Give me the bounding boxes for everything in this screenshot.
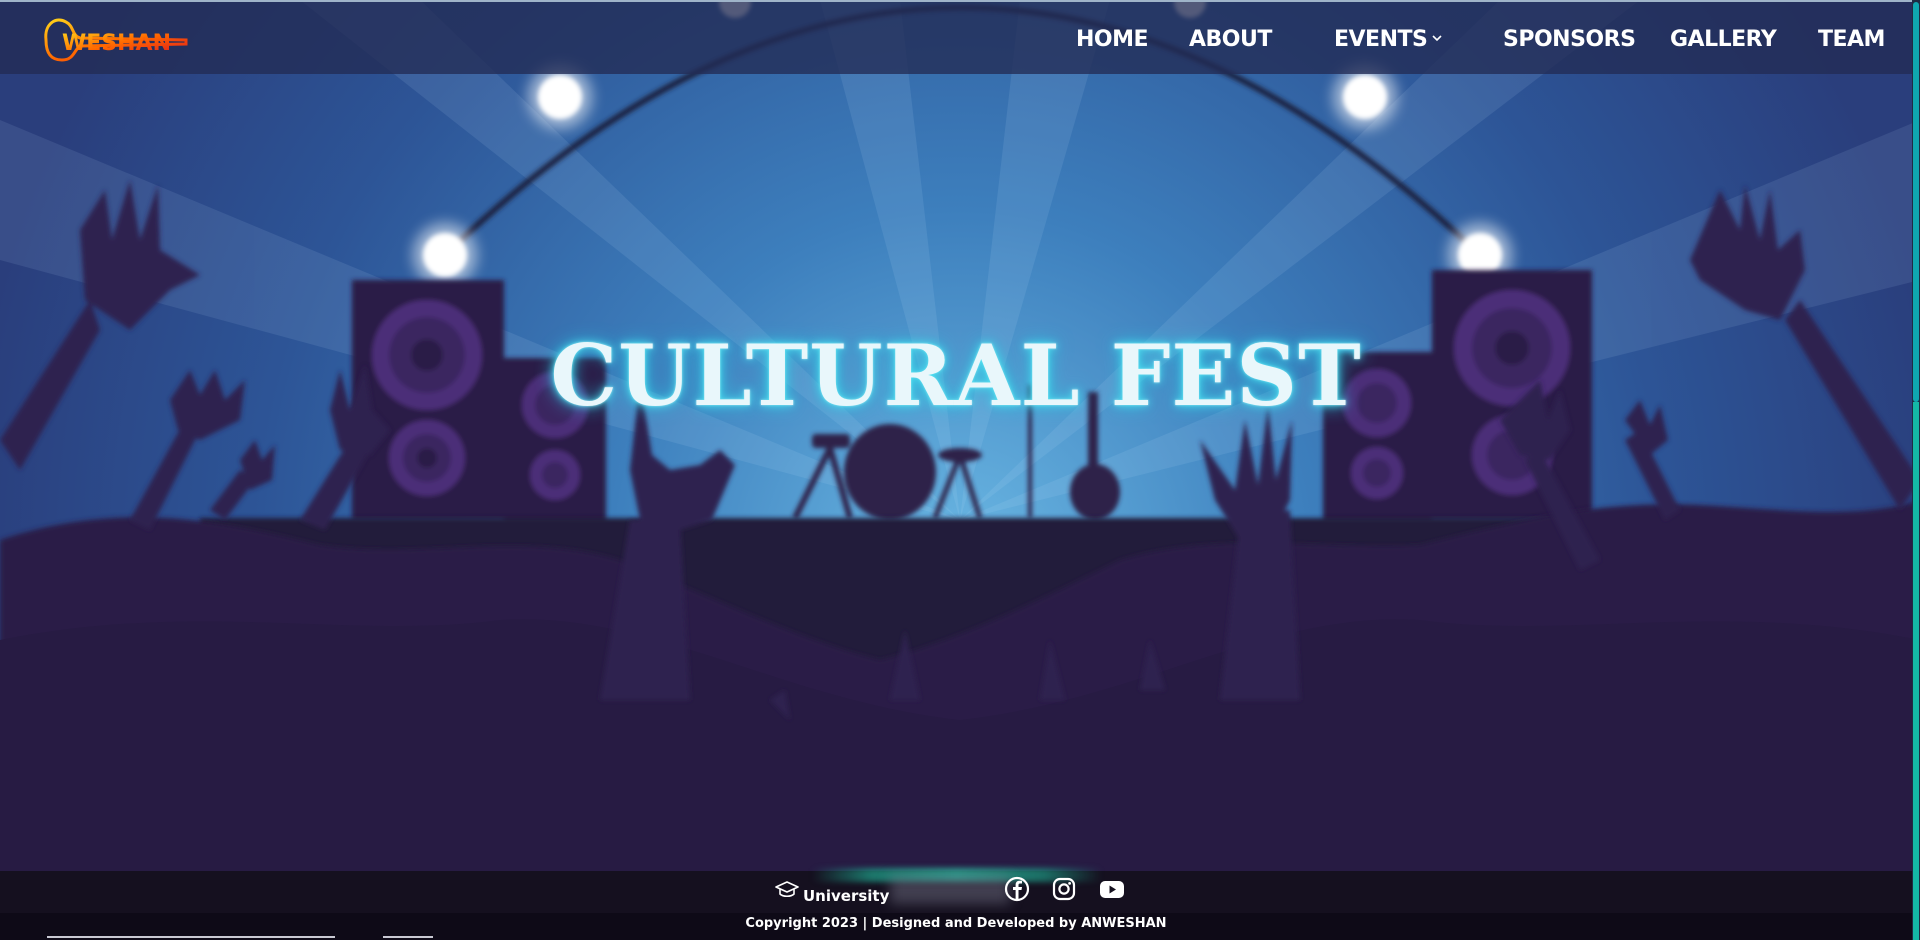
hero-title: CULTURAL FEST	[550, 326, 1362, 425]
instagram-icon[interactable]	[1050, 875, 1078, 903]
nav-gallery-label: GALLERY	[1670, 27, 1777, 52]
nav-sponsors-label: SPONSORS	[1503, 27, 1636, 52]
hero-background	[0, 0, 1920, 940]
copyright-text: Copyright 2023 | Designed and Developed …	[745, 916, 1167, 931]
nav-gallery[interactable]: GALLERY	[1670, 2, 1777, 76]
nav-events-label: EVENTS	[1334, 27, 1428, 52]
top-navbar: WESHAN HOME ABOUT EVENTS SPONSORS GALLER…	[0, 0, 1912, 74]
blurred-footer-overlay-2	[890, 876, 1010, 904]
logo[interactable]: WESHAN	[40, 10, 190, 68]
nav-team-label: TEAM	[1818, 27, 1885, 52]
vertical-scrollbar-thumb[interactable]	[1913, 2, 1919, 402]
nav-about-label: ABOUT	[1189, 27, 1272, 52]
horizontal-scrollbar[interactable]	[47, 936, 335, 938]
logo-text: WESHAN	[62, 31, 171, 56]
facebook-icon[interactable]	[1003, 875, 1031, 903]
youtube-icon[interactable]	[1098, 875, 1126, 903]
nav-about[interactable]: ABOUT	[1189, 2, 1272, 76]
nav-home[interactable]: HOME	[1076, 2, 1149, 76]
nav-team[interactable]: TEAM	[1818, 2, 1885, 76]
nav-sponsors[interactable]: SPONSORS	[1503, 2, 1636, 76]
nav-events[interactable]: EVENTS	[1334, 2, 1443, 76]
horizontal-scrollbar-segment	[383, 936, 433, 938]
vertical-scrollbar-lower	[1913, 402, 1919, 940]
chevron-down-icon	[1432, 35, 1442, 42]
nav-home-label: HOME	[1076, 27, 1149, 52]
graduation-cap-icon	[775, 881, 799, 898]
university-label: University	[803, 887, 890, 905]
